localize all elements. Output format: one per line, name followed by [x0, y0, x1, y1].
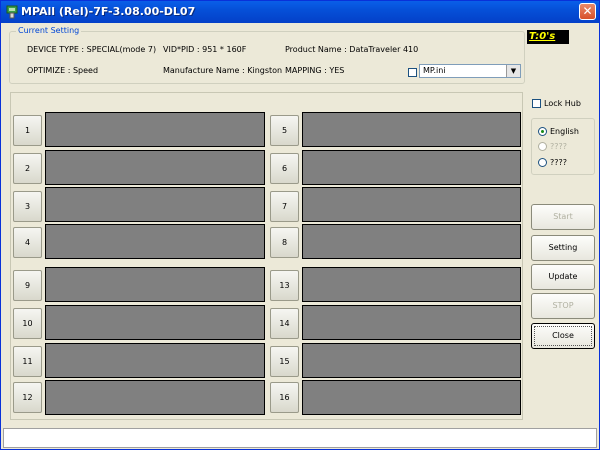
port-status-bar-8 — [302, 224, 521, 259]
port-status-bar-10 — [45, 305, 265, 340]
app-icon — [6, 5, 18, 19]
port-status-bar-7 — [302, 187, 521, 222]
timer-display: T:0's — [527, 30, 569, 44]
port-status-bar-9 — [45, 267, 265, 302]
port-status-bar-15 — [302, 343, 521, 378]
port-status-bar-13 — [302, 267, 521, 302]
start-button[interactable]: Start — [531, 204, 595, 230]
port-status-bar-2 — [45, 150, 265, 185]
stop-button[interactable]: STOP — [531, 293, 595, 319]
ini-file-value: MP.ini — [423, 66, 446, 75]
port-status-bar-6 — [302, 150, 521, 185]
port-button-12[interactable]: 12 — [13, 382, 42, 413]
port-button-11[interactable]: 11 — [13, 346, 42, 377]
port-status-bar-3 — [45, 187, 265, 222]
ini-checkbox[interactable] — [408, 68, 417, 77]
port-status-bar-12 — [45, 380, 265, 415]
window-close-button[interactable]: ✕ — [579, 3, 596, 20]
port-button-3[interactable]: 3 — [13, 191, 42, 222]
port-button-2[interactable]: 2 — [13, 153, 42, 184]
port-status-bar-5 — [302, 112, 521, 147]
port-button-16[interactable]: 16 — [270, 382, 299, 413]
port-status-bar-4 — [45, 224, 265, 259]
port-button-13[interactable]: 13 — [270, 270, 299, 301]
status-bar — [3, 428, 597, 448]
chevron-down-icon[interactable]: ▼ — [506, 65, 520, 77]
mapping-label: MAPPING : YES — [285, 66, 345, 75]
title-bar[interactable]: MPAll (Rel)-7F-3.08.00-DL07 ✕ — [1, 1, 599, 23]
manufacture-name-label: Manufacture Name : Kingston — [163, 66, 283, 75]
device-type-label: DEVICE TYPE : SPECIAL(mode 7) — [27, 45, 157, 54]
update-button[interactable]: Update — [531, 264, 595, 290]
lock-hub-label: Lock Hub — [544, 99, 581, 108]
optimize-label: OPTIMIZE : Speed — [27, 66, 99, 75]
current-setting-legend: Current Setting — [16, 26, 82, 35]
port-status-bar-14 — [302, 305, 521, 340]
port-button-6[interactable]: 6 — [270, 153, 299, 184]
port-button-5[interactable]: 5 — [270, 115, 299, 146]
vid-pid-label: VID*PID : 951 * 160F — [163, 45, 247, 54]
app-window: MPAll (Rel)-7F-3.08.00-DL07 ✕ Current Se… — [0, 0, 600, 450]
setting-button[interactable]: Setting — [531, 235, 595, 261]
port-button-15[interactable]: 15 — [270, 346, 299, 377]
window-title: MPAll (Rel)-7F-3.08.00-DL07 — [21, 5, 196, 18]
language-radio-1[interactable] — [538, 127, 547, 136]
port-button-14[interactable]: 14 — [270, 308, 299, 339]
port-button-8[interactable]: 8 — [270, 227, 299, 258]
port-status-bar-1 — [45, 112, 265, 147]
language-label-1: English — [550, 127, 579, 136]
port-button-10[interactable]: 10 — [13, 308, 42, 339]
port-button-7[interactable]: 7 — [270, 191, 299, 222]
language-radio-2 — [538, 142, 547, 151]
port-status-bar-16 — [302, 380, 521, 415]
product-name-label: Product Name : DataTraveler 410 — [285, 45, 419, 54]
language-label-2: ???? — [550, 142, 567, 151]
port-button-9[interactable]: 9 — [13, 270, 42, 301]
language-radio-3[interactable] — [538, 158, 547, 167]
port-button-4[interactable]: 4 — [13, 227, 42, 258]
language-label-3: ???? — [550, 158, 567, 167]
ini-file-select[interactable]: MP.ini ▼ — [419, 64, 521, 78]
lock-hub-checkbox[interactable] — [532, 99, 541, 108]
port-status-bar-11 — [45, 343, 265, 378]
close-button[interactable]: Close — [531, 323, 595, 349]
port-button-1[interactable]: 1 — [13, 115, 42, 146]
